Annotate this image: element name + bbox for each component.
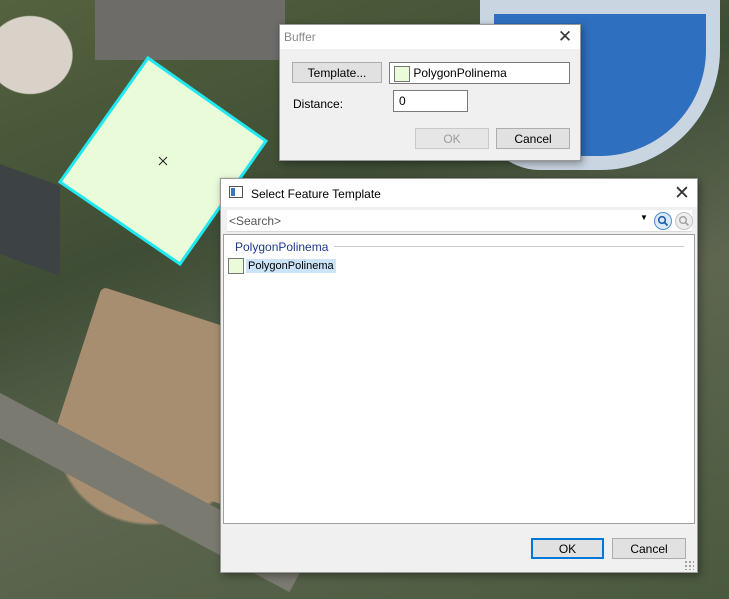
- close-icon[interactable]: ✕: [667, 179, 697, 207]
- sft-title: Select Feature Template: [251, 187, 381, 201]
- template-swatch-icon: [394, 66, 410, 82]
- distance-input[interactable]: 0: [393, 90, 468, 112]
- template-list[interactable]: PolygonPolinema PolygonPolinema: [223, 234, 695, 524]
- cancel-button[interactable]: Cancel: [612, 538, 686, 559]
- buffer-titlebar[interactable]: Buffer ✕: [280, 25, 580, 49]
- list-item-label: PolygonPolinema: [246, 258, 336, 273]
- distance-label: Distance:: [293, 97, 344, 111]
- resize-grip-icon[interactable]: [684, 560, 694, 570]
- chevron-down-icon[interactable]: ▼: [640, 213, 648, 222]
- template-field-value: PolygonPolinema: [413, 66, 507, 81]
- search-icon[interactable]: [654, 212, 672, 230]
- ok-button[interactable]: OK: [531, 538, 604, 559]
- search-box[interactable]: <Search> ▼: [227, 210, 693, 232]
- template-field[interactable]: PolygonPolinema: [389, 62, 570, 84]
- select-feature-template-dialog: Select Feature Template ✕ <Search> ▼ Pol…: [220, 178, 698, 573]
- clear-search-icon[interactable]: [675, 212, 693, 230]
- ok-button[interactable]: OK: [415, 128, 489, 149]
- group-header: PolygonPolinema: [235, 240, 329, 254]
- buffer-dialog: Buffer ✕ Template... PolygonPolinema Dis…: [279, 24, 581, 161]
- window-icon: [229, 186, 243, 198]
- close-icon[interactable]: ✕: [550, 25, 580, 49]
- template-button[interactable]: Template...: [292, 62, 382, 83]
- search-input[interactable]: <Search>: [229, 214, 281, 228]
- list-item[interactable]: PolygonPolinema: [228, 257, 336, 274]
- buffer-title: Buffer: [284, 30, 316, 44]
- cancel-button[interactable]: Cancel: [496, 128, 570, 149]
- polygon-swatch-icon: [228, 257, 244, 274]
- sft-titlebar[interactable]: Select Feature Template ✕: [221, 179, 697, 207]
- group-divider: [334, 246, 684, 247]
